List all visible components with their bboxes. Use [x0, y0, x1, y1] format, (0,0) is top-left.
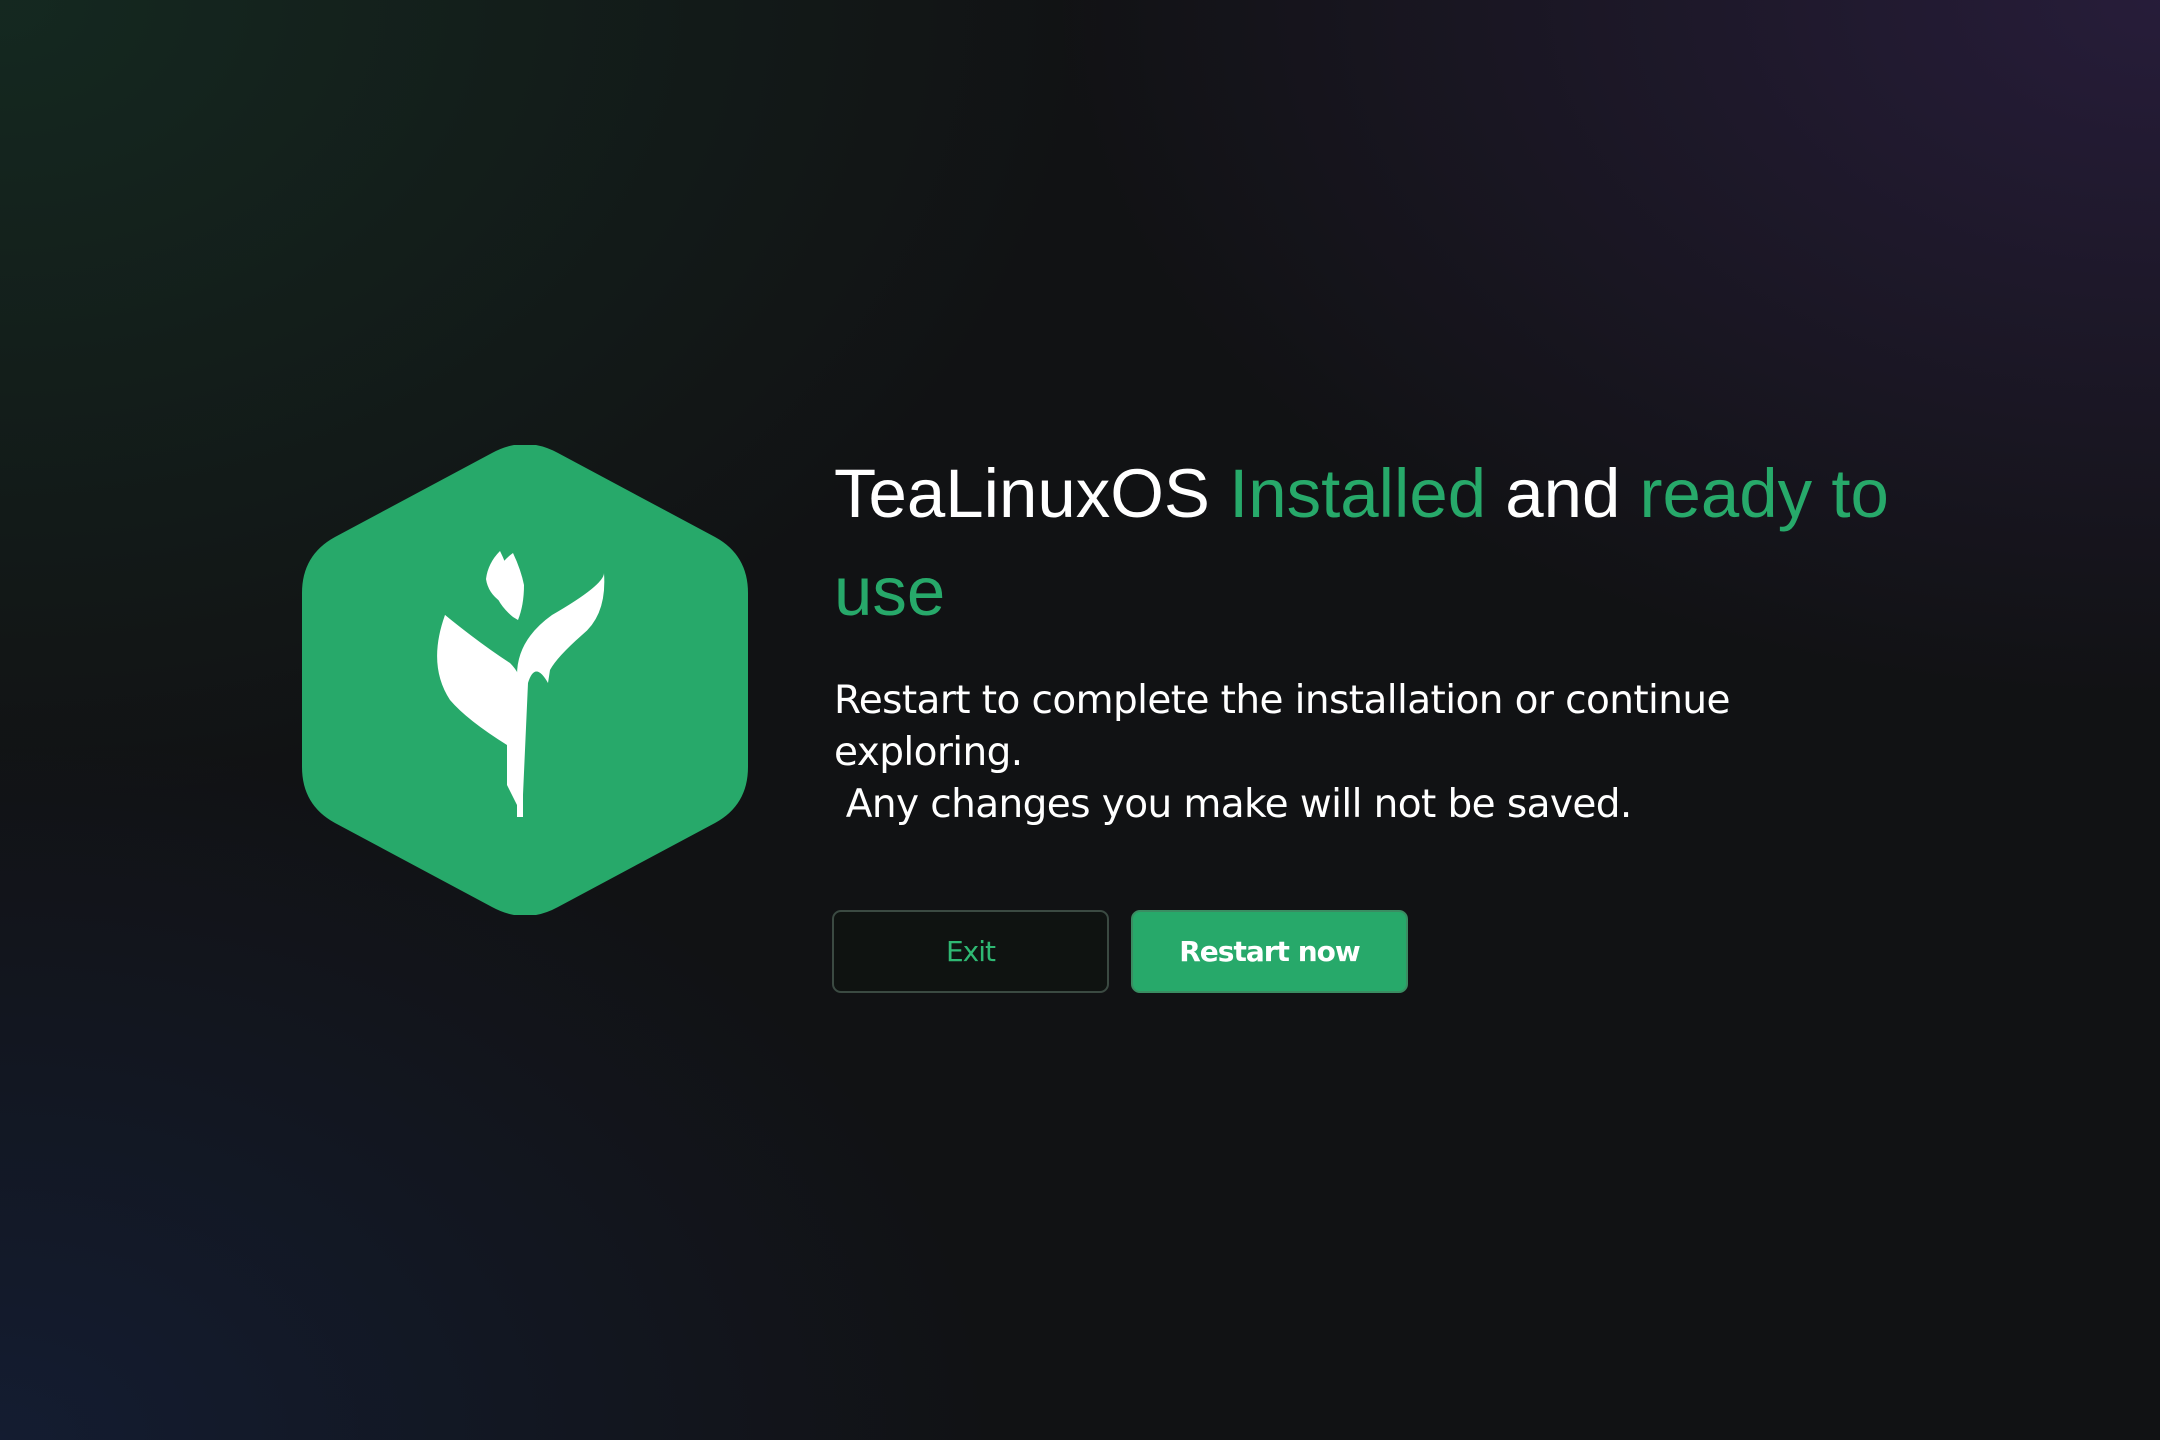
main-content: TeaLinuxOS Installed and ready to use Re…: [834, 445, 1954, 831]
tea-leaf-hexagon-icon: [302, 445, 748, 915]
exit-button[interactable]: Exit: [832, 910, 1109, 993]
page-subtitle: Restart to complete the installation or …: [834, 675, 1954, 831]
title-installed-text: Installed: [1229, 455, 1487, 532]
subtitle-line-2: exploring.: [834, 730, 1023, 775]
tealinux-logo: [302, 445, 748, 915]
title-product-name: TeaLinuxOS: [834, 455, 1210, 532]
action-buttons: Exit Restart now: [832, 910, 1408, 993]
page-title: TeaLinuxOS Installed and ready to use: [834, 445, 1954, 641]
subtitle-line-1: Restart to complete the installation or …: [834, 678, 1730, 723]
title-and-text: and: [1505, 455, 1621, 532]
restart-now-button[interactable]: Restart now: [1131, 910, 1408, 993]
subtitle-line-3: Any changes you make will not be saved.: [834, 782, 1633, 827]
